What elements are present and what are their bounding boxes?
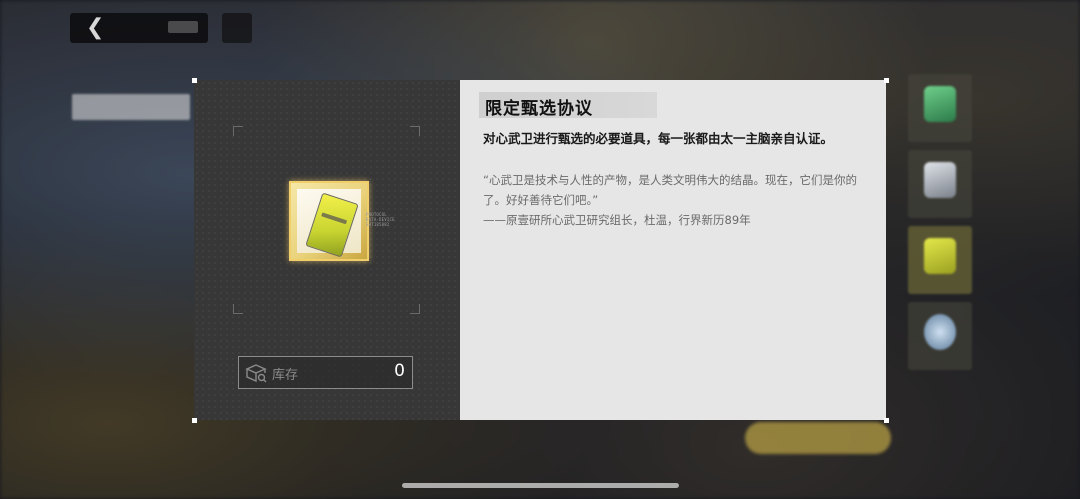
home-button[interactable] bbox=[222, 13, 252, 43]
category-label bbox=[72, 94, 190, 120]
item-thumbnail bbox=[924, 86, 956, 122]
frame-bracket bbox=[233, 304, 243, 314]
corner-marker bbox=[884, 418, 889, 423]
frame-bracket bbox=[410, 304, 420, 314]
chevron-left-icon[interactable]: ❮ bbox=[86, 16, 110, 40]
side-item-tile[interactable] bbox=[908, 226, 972, 294]
stock-label: 库存 bbox=[272, 368, 299, 383]
item-thumbnail bbox=[924, 162, 956, 198]
micro-text-line: SHT185082 bbox=[366, 222, 390, 227]
ticket-icon bbox=[305, 192, 359, 258]
item-title: 限定甄选协议 bbox=[485, 99, 593, 119]
side-item-tile[interactable] bbox=[908, 302, 972, 370]
confirm-button[interactable] bbox=[745, 422, 891, 454]
corner-marker bbox=[192, 418, 197, 423]
box-icon bbox=[245, 364, 267, 383]
item-icon-card bbox=[289, 181, 369, 261]
side-item-tile[interactable] bbox=[908, 74, 972, 142]
flavor-quote: “心武卫是技术与人性的产物，是人类文明伟大的结晶。现在，它们是你的了。好好善待它… bbox=[483, 173, 857, 207]
flavor-attribution: ——原壹研所心武卫研究组长，杜温，行界新历89年 bbox=[483, 213, 751, 227]
card-micro-text: PROTOCOL DATA-DEVICE SHT185082 bbox=[366, 212, 395, 227]
stock-value: 0 bbox=[394, 361, 405, 381]
item-thumbnail bbox=[924, 238, 956, 274]
frame-bracket bbox=[233, 126, 243, 136]
item-description: 对心武卫进行甄选的必要道具，每一张都由太一主脑亲自认证。 bbox=[483, 131, 834, 146]
item-thumbnail bbox=[924, 314, 956, 350]
item-icon-background bbox=[297, 189, 361, 258]
home-indicator[interactable] bbox=[402, 483, 679, 488]
stock-display: 库存 0 bbox=[238, 356, 413, 389]
item-flavor-text: “心武卫是技术与人性的产物，是人类文明伟大的结晶。现在，它们是你的了。好好善待它… bbox=[483, 170, 875, 230]
frame-bracket bbox=[410, 126, 420, 136]
corner-marker bbox=[192, 78, 197, 83]
currency-display bbox=[168, 21, 198, 33]
side-item-tile[interactable] bbox=[908, 150, 972, 218]
corner-marker bbox=[884, 78, 889, 83]
